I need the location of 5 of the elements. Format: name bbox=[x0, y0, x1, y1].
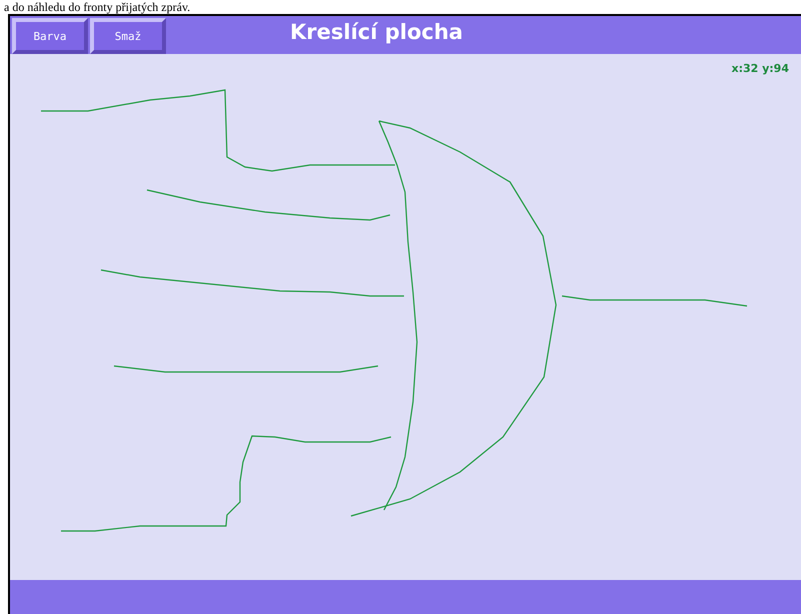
toolbar-button[interactable]: Smaž bbox=[90, 18, 166, 54]
window-title: Kreslící plocha bbox=[290, 20, 463, 44]
caption-text: a do náhledu do fronty přijatých zpráv. bbox=[3, 0, 192, 14]
toolbar-button[interactable]: Barva bbox=[12, 18, 88, 54]
cursor-coordinates: x:32 y:94 bbox=[731, 62, 789, 75]
